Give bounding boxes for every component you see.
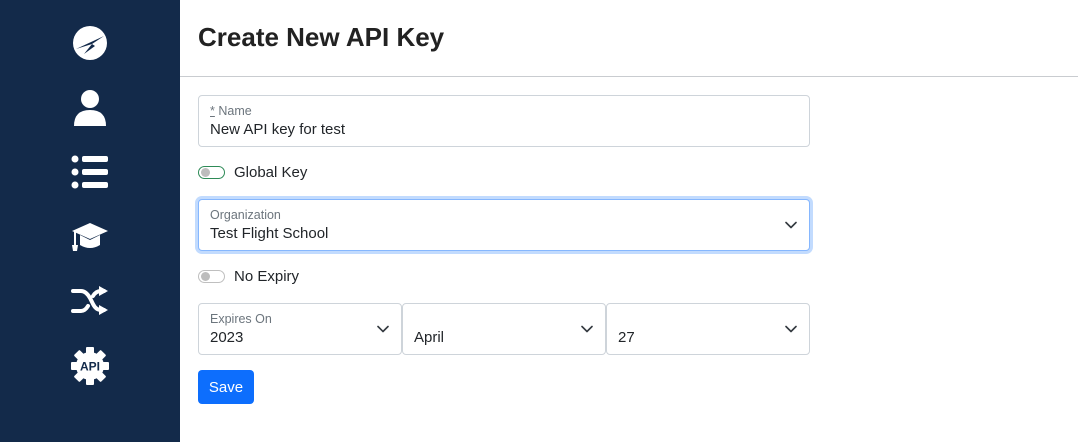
expires-day-value: 27 <box>618 329 635 346</box>
list-icon <box>71 155 108 189</box>
global-key-toggle[interactable] <box>198 166 225 179</box>
sidebar: API <box>0 0 180 442</box>
required-mark: * <box>210 104 215 118</box>
chevron-down-icon <box>377 325 389 333</box>
organization-select[interactable]: Organization Test Flight School <box>198 199 810 251</box>
global-key-label: Global Key <box>234 164 308 181</box>
no-expiry-toggle[interactable] <box>198 270 225 283</box>
expires-month-select[interactable]: April <box>402 303 606 355</box>
expires-on-label: Expires On <box>210 312 272 326</box>
expires-day-select[interactable]: 27 <box>606 303 810 355</box>
shuffle-icon <box>71 286 108 315</box>
save-button[interactable]: Save <box>198 370 254 404</box>
expires-year-select[interactable]: Expires On 2023 <box>198 303 402 355</box>
no-expiry-row: No Expiry <box>198 268 299 285</box>
global-key-row: Global Key <box>198 164 307 181</box>
page-header: Create New API Key <box>180 0 1078 77</box>
no-expiry-label: No Expiry <box>234 268 300 285</box>
expires-year-value: 2023 <box>210 329 244 346</box>
expires-month-value: April <box>414 329 445 346</box>
sidebar-item-training[interactable] <box>70 217 110 257</box>
sidebar-item-routes[interactable] <box>70 281 110 321</box>
name-field-value: New API key for test <box>210 121 346 138</box>
sidebar-item-users[interactable] <box>70 88 110 128</box>
organization-label: Organization <box>210 208 281 222</box>
logo-compass-icon <box>73 26 107 60</box>
user-icon <box>74 90 106 126</box>
graduation-cap-icon <box>72 223 108 251</box>
sidebar-item-home[interactable] <box>70 23 110 63</box>
organization-value: Test Flight School <box>210 225 329 242</box>
main-content: Create New API Key * Name New API key fo… <box>180 0 1078 442</box>
chevron-down-icon <box>785 325 797 333</box>
chevron-down-icon <box>581 325 593 333</box>
page-title: Create New API Key <box>198 22 445 52</box>
chevron-down-icon <box>785 221 797 229</box>
api-icon-label: API <box>80 360 100 374</box>
toggle-knob <box>201 168 210 177</box>
toggle-knob <box>201 272 210 281</box>
api-gear-icon: API <box>71 347 109 385</box>
name-field-label: * Name <box>210 104 252 118</box>
sidebar-item-list[interactable] <box>70 152 110 192</box>
name-field[interactable]: * Name New API key for test <box>198 95 810 147</box>
sidebar-item-api[interactable]: API <box>70 346 110 386</box>
